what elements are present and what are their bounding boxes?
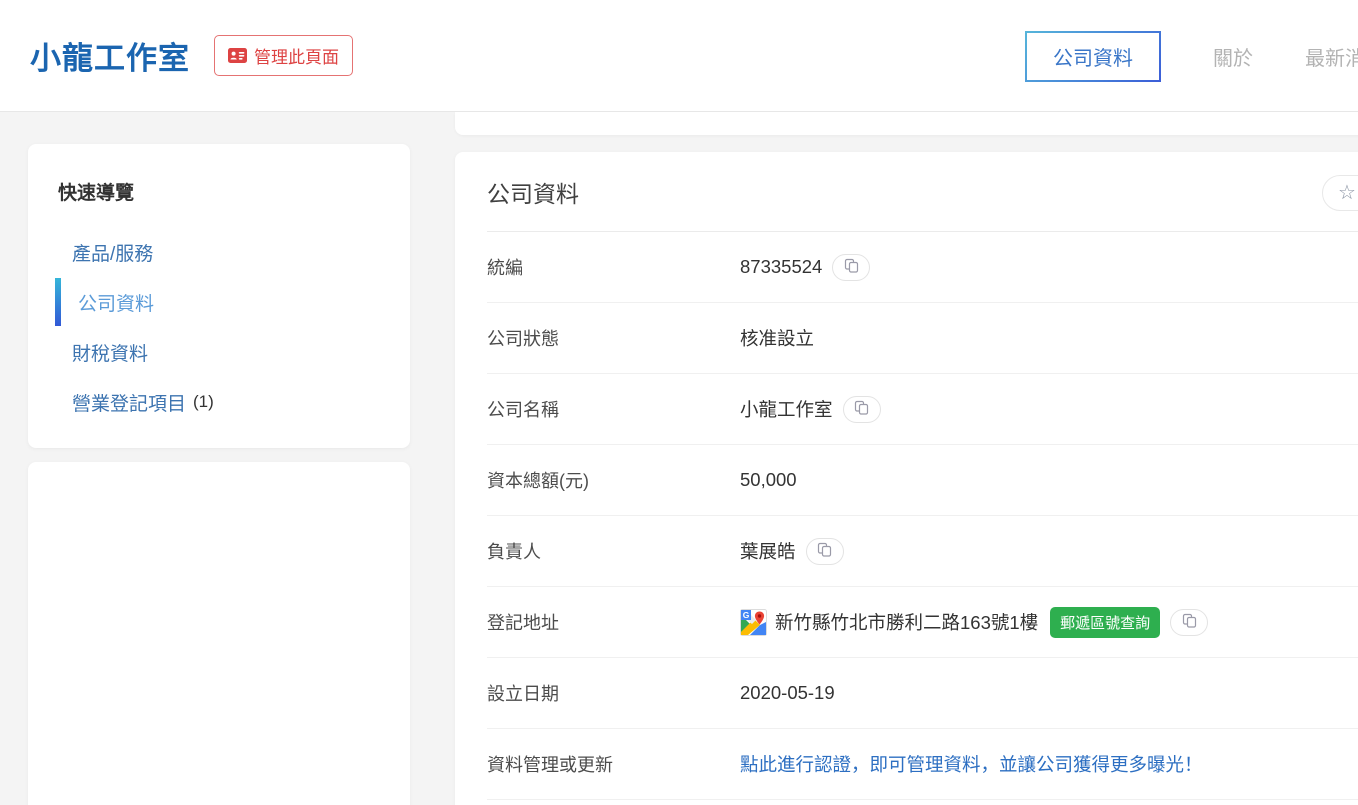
panel-title: 公司資料 xyxy=(487,175,579,209)
company-title: 小龍工作室 xyxy=(30,33,190,78)
main-column: 公司資料 ☆ 統編 87335524 xyxy=(455,112,1358,805)
info-row-capital: 資本總額(元) 50,000 xyxy=(487,445,1358,516)
manage-page-button[interactable]: 管理此頁面 xyxy=(214,35,353,76)
content-area: 快速導覽 產品/服務 公司資料 財稅資料 營業登記項目 (1) xyxy=(0,112,1358,805)
field-label: 公司名稱 xyxy=(487,396,740,422)
field-label: 負責人 xyxy=(487,538,740,564)
quick-nav-title: 快速導覽 xyxy=(58,178,380,205)
field-value: 50,000 xyxy=(740,469,797,491)
sidebar-item-tax[interactable]: 財稅資料 xyxy=(58,327,380,377)
sidebar-item-company-info[interactable]: 公司資料 xyxy=(58,277,380,327)
copy-button[interactable] xyxy=(832,254,870,281)
copy-button[interactable] xyxy=(806,538,844,565)
info-row-data-management: 資料管理或更新 點此進行認證，即可管理資料，並讓公司獲得更多曝光！ xyxy=(487,729,1358,800)
field-value: 葉展皓 xyxy=(740,538,796,564)
tab-news[interactable]: 最新消息 xyxy=(1305,42,1358,71)
sidebar-secondary-card xyxy=(28,462,410,805)
tab-about[interactable]: 關於 xyxy=(1213,42,1253,71)
sidebar-item-label: 產品/服務 xyxy=(72,239,153,266)
field-label: 資料管理或更新 xyxy=(487,751,740,777)
field-label: 公司狀態 xyxy=(487,325,740,351)
copy-icon xyxy=(854,400,869,418)
copy-icon xyxy=(1182,613,1197,631)
previous-card-edge xyxy=(455,112,1358,135)
sidebar-item-business-registrations[interactable]: 營業登記項目 (1) xyxy=(58,377,380,427)
favorite-button[interactable]: ☆ xyxy=(1322,175,1358,211)
info-row-status: 公司狀態 核准設立 xyxy=(487,303,1358,374)
field-label: 資本總額(元) xyxy=(487,467,740,493)
sidebar-item-label: 財稅資料 xyxy=(72,339,148,366)
field-value: 核准設立 xyxy=(740,325,814,351)
sidebar: 快速導覽 產品/服務 公司資料 財稅資料 營業登記項目 (1) xyxy=(28,112,410,805)
header-nav: 公司資料 關於 最新消息 xyxy=(1025,0,1358,112)
field-value: 新竹縣竹北市勝利二路163號1樓 xyxy=(775,609,1038,635)
copy-button[interactable] xyxy=(843,396,881,423)
verify-link[interactable]: 點此進行認證，即可管理資料，並讓公司獲得更多曝光！ xyxy=(740,751,1203,777)
page-header: 小龍工作室 管理此頁面 公司資料 關於 最新消息 xyxy=(0,0,1358,112)
copy-icon xyxy=(817,542,832,560)
sidebar-item-products[interactable]: 產品/服務 xyxy=(58,227,380,277)
manage-page-label: 管理此頁面 xyxy=(254,43,339,68)
sidebar-item-count: (1) xyxy=(193,392,214,412)
google-maps-icon[interactable]: G xyxy=(740,609,767,636)
info-row-representative: 負責人 葉展皓 xyxy=(487,516,1358,587)
field-value: 2020-05-19 xyxy=(740,682,835,704)
star-icon: ☆ xyxy=(1338,183,1356,203)
field-label: 登記地址 xyxy=(487,609,740,635)
info-row-established-date: 設立日期 2020-05-19 xyxy=(487,658,1358,729)
quick-nav-card: 快速導覽 產品/服務 公司資料 財稅資料 營業登記項目 (1) xyxy=(28,144,410,448)
field-label: 統編 xyxy=(487,254,740,280)
postal-code-badge[interactable]: 郵遞區號查詢 xyxy=(1050,607,1160,638)
quick-nav-list: 產品/服務 公司資料 財稅資料 營業登記項目 (1) xyxy=(58,227,380,427)
info-row-address: 登記地址 G 新竹縣竹北市勝利二路163號1樓 郵遞區號 xyxy=(487,587,1358,658)
info-row-company-name: 公司名稱 小龍工作室 xyxy=(487,374,1358,445)
panel-header: 公司資料 xyxy=(487,152,1358,232)
field-value: 87335524 xyxy=(740,256,822,278)
svg-text:G: G xyxy=(743,610,750,620)
sidebar-item-label: 營業登記項目 xyxy=(72,389,186,416)
copy-button[interactable] xyxy=(1170,609,1208,636)
sidebar-item-label: 公司資料 xyxy=(78,289,154,316)
copy-icon xyxy=(844,258,859,276)
id-card-icon xyxy=(228,48,247,63)
tab-company-info[interactable]: 公司資料 xyxy=(1025,31,1161,82)
company-info-panel: 公司資料 ☆ 統編 87335524 xyxy=(455,152,1358,805)
field-value: 小龍工作室 xyxy=(740,396,833,422)
info-row-tax-id: 統編 87335524 xyxy=(487,232,1358,303)
field-label: 設立日期 xyxy=(487,680,740,706)
